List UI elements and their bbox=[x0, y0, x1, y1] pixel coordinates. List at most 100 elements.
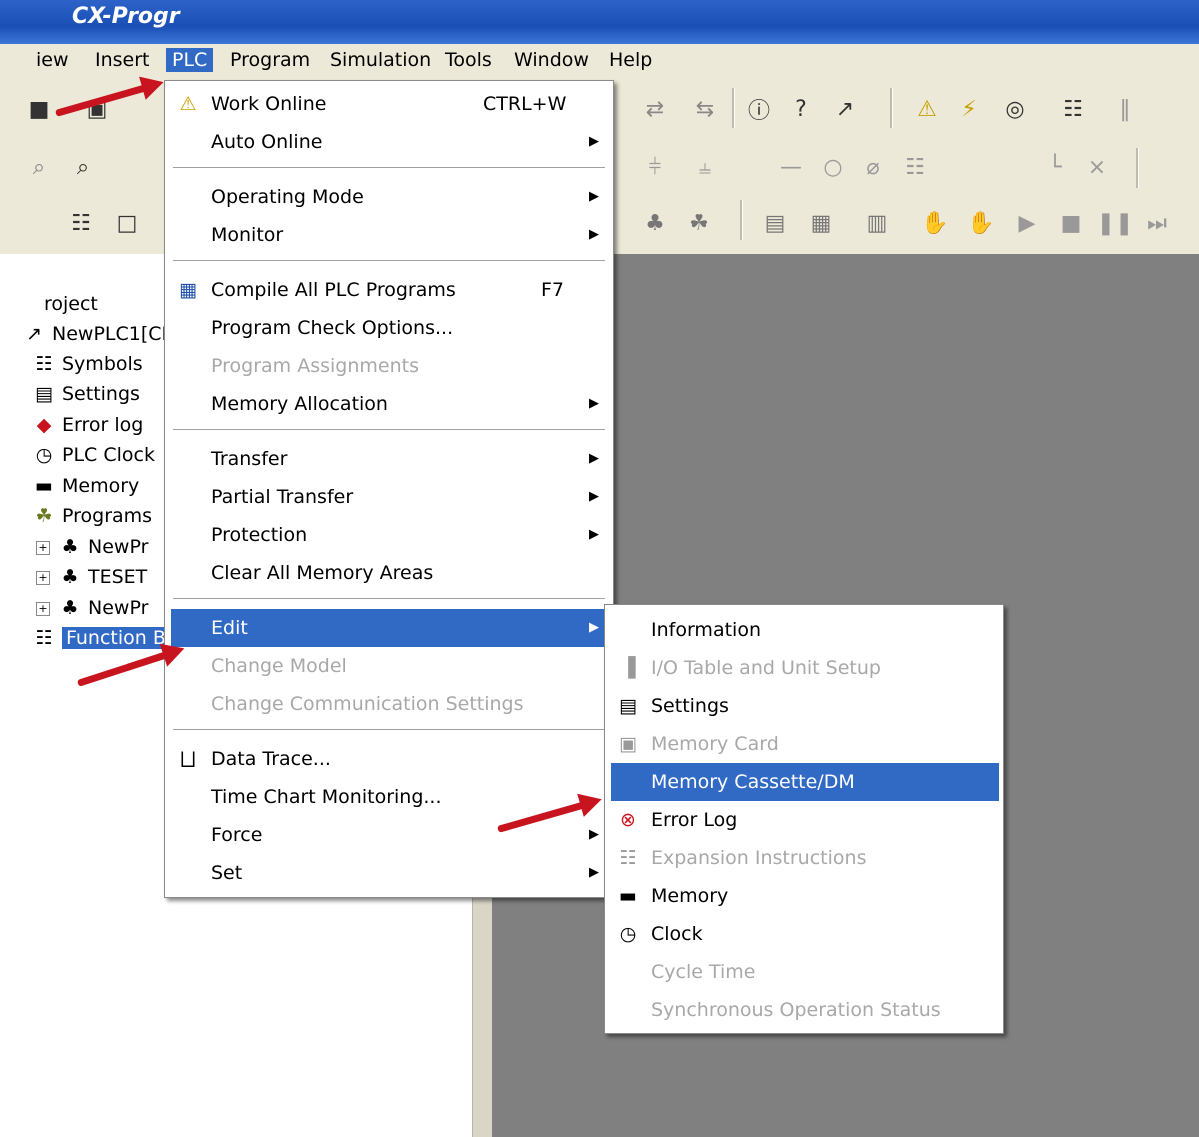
hand-icon[interactable]: ✋ bbox=[920, 208, 950, 238]
submenu-arrow-icon: ▶ bbox=[589, 827, 599, 842]
submenu-item-memory-cassette[interactable]: Memory Cassette/DM bbox=[611, 763, 999, 801]
memory-card-icon[interactable]: ▤ bbox=[760, 208, 790, 238]
tree-item-symbols[interactable]: ☷ Symbols bbox=[30, 350, 143, 378]
horizontal-line-icon[interactable]: — bbox=[776, 152, 806, 182]
edit-submenu: Information ▐ I/O Table and Unit Setup ▤… bbox=[604, 604, 1004, 1034]
menu-item-partial-transfer[interactable]: Partial Transfer ▶ bbox=[165, 478, 613, 516]
programs-icon[interactable]: ☘ bbox=[684, 208, 714, 238]
memory-icon: ▬ bbox=[35, 475, 53, 497]
menu-view[interactable]: iew bbox=[30, 48, 75, 72]
settings-icon[interactable]: ▦ bbox=[806, 208, 836, 238]
menu-item-memory-allocation[interactable]: Memory Allocation ▶ bbox=[165, 385, 613, 423]
submenu-item-clock[interactable]: ◷ Clock bbox=[605, 915, 1003, 953]
menu-item-compile-all[interactable]: ▦ Compile All PLC Programs F7 bbox=[165, 271, 613, 309]
hand-plus-icon[interactable]: ✋ bbox=[966, 208, 996, 238]
play-icon[interactable]: ▶ bbox=[1012, 208, 1042, 238]
menu-tools[interactable]: Tools bbox=[439, 48, 498, 72]
line-connect-icon[interactable]: └ bbox=[1040, 152, 1070, 182]
menu-item-program-check-options[interactable]: Program Check Options... bbox=[165, 309, 613, 347]
menu-program[interactable]: Program bbox=[224, 48, 316, 72]
warning-icon: ⚠ bbox=[179, 93, 197, 115]
tree-item-plc-clock[interactable]: ◷ PLC Clock bbox=[30, 441, 155, 469]
save-icon[interactable]: ■ bbox=[24, 94, 54, 124]
menu-item-time-chart[interactable]: Time Chart Monitoring... bbox=[165, 778, 613, 816]
tree-item-memory[interactable]: ▬ Memory bbox=[30, 472, 139, 500]
window-icon[interactable]: □ bbox=[112, 208, 142, 238]
menu-item-data-trace[interactable]: ⨆ Data Trace... bbox=[165, 740, 613, 778]
menu-item-operating-mode[interactable]: Operating Mode ▶ bbox=[165, 178, 613, 216]
stop-icon[interactable]: ■ bbox=[1056, 208, 1086, 238]
program-icon: ♣ bbox=[61, 597, 79, 619]
tree-item-project[interactable]: roject bbox=[44, 290, 98, 318]
menu-simulation[interactable]: Simulation bbox=[324, 48, 437, 72]
menu-item-label: Set bbox=[211, 862, 243, 884]
function-block-icon[interactable]: ☷ bbox=[66, 208, 96, 238]
tree-item-program-2[interactable]: + ♣ TESET bbox=[36, 563, 147, 591]
contact-nc-icon[interactable]: ⫨ bbox=[690, 152, 720, 182]
menu-plc[interactable]: PLC bbox=[166, 48, 214, 72]
expand-icon[interactable]: + bbox=[36, 540, 50, 555]
pause-icon[interactable]: ‖ bbox=[1110, 94, 1140, 124]
tree-item-programs[interactable]: ☘ Programs bbox=[30, 502, 152, 530]
submenu-item-memory-card: ▣ Memory Card bbox=[605, 725, 1003, 763]
shortcut-label: CTRL+W bbox=[483, 93, 567, 115]
menu-item-label: Error Log bbox=[651, 809, 738, 831]
tree-item-label: NewPr bbox=[88, 597, 149, 619]
online-monitor-icon[interactable]: ⚡ bbox=[954, 94, 984, 124]
menu-item-protection[interactable]: Protection ▶ bbox=[165, 516, 613, 554]
menu-item-transfer[interactable]: Transfer ▶ bbox=[165, 440, 613, 478]
menu-help[interactable]: Help bbox=[603, 48, 658, 72]
tree-item-error-log[interactable]: ◆ Error log bbox=[30, 411, 144, 439]
watch-icon[interactable]: ▥ bbox=[862, 208, 892, 238]
menu-window[interactable]: Window bbox=[508, 48, 595, 72]
coil-nc-icon[interactable]: ⌀ bbox=[858, 152, 888, 182]
submenu-item-memory[interactable]: ▬ Memory bbox=[605, 877, 1003, 915]
compare-icon[interactable]: ☷ bbox=[1058, 94, 1088, 124]
menu-item-label: Transfer bbox=[211, 448, 288, 470]
menu-item-work-online[interactable]: ⚠ Work Online CTRL+W bbox=[165, 85, 613, 123]
program-icon: ♣ bbox=[61, 536, 79, 558]
binoculars-icon[interactable]: ◎ bbox=[1000, 94, 1030, 124]
menu-item-monitor[interactable]: Monitor ▶ bbox=[165, 216, 613, 254]
submenu-item-settings[interactable]: ▤ Settings bbox=[605, 687, 1003, 725]
instruction-icon[interactable]: ☷ bbox=[900, 152, 930, 182]
submenu-item-expansion: ☷ Expansion Instructions bbox=[605, 839, 1003, 877]
expand-icon[interactable]: + bbox=[36, 601, 50, 616]
menu-item-edit[interactable]: Edit ▶ bbox=[171, 609, 607, 647]
menu-item-clear-all-memory[interactable]: Clear All Memory Areas bbox=[165, 554, 613, 592]
menu-item-force[interactable]: Force ▶ bbox=[165, 816, 613, 854]
programs-icon: ☘ bbox=[35, 505, 53, 527]
info-icon[interactable]: ⓘ bbox=[744, 94, 774, 124]
zoom-out-icon[interactable]: ⌕ bbox=[24, 152, 54, 182]
program-icon[interactable]: ♣ bbox=[640, 208, 670, 238]
menu-item-label: Edit bbox=[211, 617, 248, 639]
zoom-in-icon[interactable]: ⌕ bbox=[68, 152, 98, 182]
submenu-item-information[interactable]: Information bbox=[605, 611, 1003, 649]
tree-item-function-blocks[interactable]: ☷ Function B bbox=[30, 624, 170, 652]
tree-item-program-1[interactable]: + ♣ NewPr bbox=[36, 533, 148, 561]
menu-item-label: Memory Cassette/DM bbox=[651, 771, 855, 793]
coil-icon[interactable]: ○ bbox=[818, 152, 848, 182]
menu-item-set[interactable]: Set ▶ bbox=[165, 854, 613, 892]
menu-item-label: Settings bbox=[651, 695, 729, 717]
line-delete-icon[interactable]: ⨯ bbox=[1082, 152, 1112, 182]
step-icon[interactable]: ⏭ bbox=[1142, 208, 1172, 238]
compile-icon: ▦ bbox=[179, 279, 197, 301]
menu-item-auto-online[interactable]: Auto Online ▶ bbox=[165, 123, 613, 161]
transfer-b-icon[interactable]: ⇆ bbox=[690, 94, 720, 124]
tree-item-label: Symbols bbox=[62, 353, 143, 375]
context-help-icon[interactable]: ↗ bbox=[830, 94, 860, 124]
tree-item-program-3[interactable]: + ♣ NewPr bbox=[36, 594, 148, 622]
tree-item-settings[interactable]: ▤ Settings bbox=[30, 380, 140, 408]
clock-icon: ◷ bbox=[35, 444, 53, 466]
help-icon[interactable]: ? bbox=[786, 94, 816, 124]
expand-icon[interactable]: + bbox=[36, 570, 50, 585]
work-online-icon[interactable]: ⚠ bbox=[912, 94, 942, 124]
submenu-item-error-log[interactable]: ⊗ Error Log bbox=[605, 801, 1003, 839]
contact-no-icon[interactable]: ⫩ bbox=[640, 152, 670, 182]
transfer-icon[interactable]: ⇄ bbox=[640, 94, 670, 124]
menu-separator bbox=[173, 260, 605, 264]
submenu-arrow-icon: ▶ bbox=[589, 227, 599, 242]
menu-insert[interactable]: Insert bbox=[89, 48, 156, 72]
pause-icon[interactable]: ❚❚ bbox=[1097, 208, 1134, 238]
